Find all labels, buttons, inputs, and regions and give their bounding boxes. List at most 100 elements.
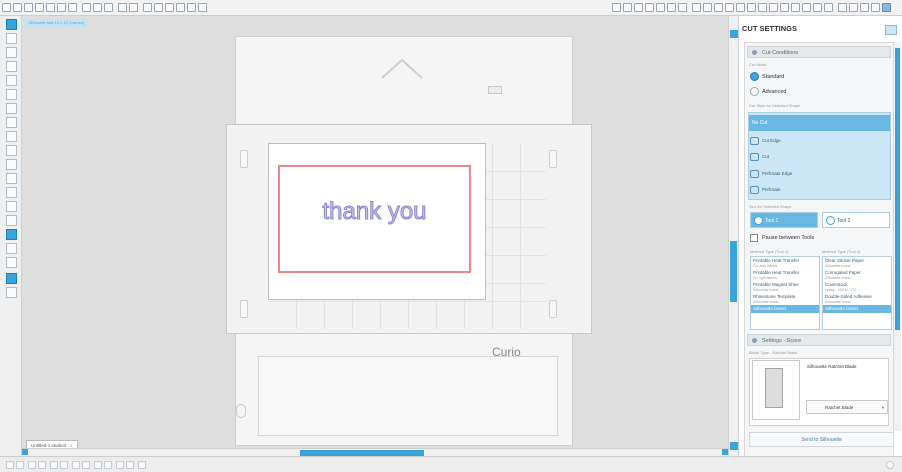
- replicate-icon[interactable]: [714, 3, 723, 12]
- gradient-icon[interactable]: [678, 3, 687, 12]
- vertical-scrollbar[interactable]: [728, 16, 738, 456]
- settings-icon[interactable]: [138, 461, 146, 469]
- pan-icon[interactable]: [143, 3, 152, 12]
- material-item[interactable]: Printable Heat Transfer For dark fabrics: [751, 257, 819, 269]
- sketch-icon[interactable]: [780, 3, 789, 12]
- send-panel-icon[interactable]: [838, 3, 847, 12]
- panel-menu-icon[interactable]: [885, 25, 897, 35]
- tool2-material-list[interactable]: Clear Sticker Paper Silhouette brand Corr…: [822, 256, 892, 330]
- save-icon[interactable]: [35, 3, 44, 12]
- curve-tool-icon[interactable]: [6, 117, 17, 128]
- compound-icon[interactable]: [28, 461, 36, 469]
- material-item[interactable]: Corrugated Paper Silhouette brand: [823, 269, 891, 281]
- trace-icon[interactable]: [747, 3, 756, 12]
- cut-mode-icon[interactable]: [871, 3, 880, 12]
- cut-style-cut[interactable]: Cut: [750, 153, 769, 161]
- cut-settings-icon[interactable]: [645, 3, 654, 12]
- redo-icon[interactable]: [129, 3, 138, 12]
- remove-material-icon[interactable]: -: [800, 320, 810, 330]
- zoom-in-icon[interactable]: [154, 3, 163, 12]
- tool1-material-list[interactable]: Printable Heat Transfer For dark fabrics …: [750, 256, 820, 330]
- fill-color-icon[interactable]: [667, 3, 676, 12]
- panel-scroll-thumb[interactable]: [895, 48, 900, 330]
- edit-points-icon[interactable]: [6, 33, 17, 44]
- print-cut-icon[interactable]: [824, 3, 833, 12]
- zoom-select-icon[interactable]: [176, 3, 185, 12]
- scroll-down-icon[interactable]: [730, 442, 738, 450]
- store-view-icon[interactable]: [6, 287, 17, 298]
- store-tool-icon[interactable]: [6, 243, 17, 254]
- rounded-rect-tool-icon[interactable]: [6, 75, 17, 86]
- material-item[interactable]: Rhinestone Template Silhouette brand: [751, 293, 819, 305]
- align-icon[interactable]: [769, 3, 778, 12]
- pause-checkbox[interactable]: [750, 234, 758, 242]
- modify-icon[interactable]: [725, 3, 734, 12]
- material-item-selected[interactable]: Silhouette brand: [823, 305, 891, 313]
- open-icon[interactable]: [13, 3, 22, 12]
- send-icon[interactable]: [46, 3, 55, 12]
- arc-tool-icon[interactable]: [6, 131, 17, 142]
- add-material-icon[interactable]: +: [860, 320, 872, 330]
- design-view-icon[interactable]: [6, 273, 17, 284]
- offset-quick-icon[interactable]: [82, 461, 90, 469]
- grid-icon[interactable]: [612, 3, 621, 12]
- settings-header[interactable]: Settings - Score: [747, 334, 891, 346]
- emboss-icon[interactable]: [860, 3, 869, 12]
- ungroup-icon[interactable]: [16, 461, 24, 469]
- library-icon[interactable]: [24, 3, 33, 12]
- text-tool-icon[interactable]: [6, 173, 17, 184]
- design-store-icon[interactable]: [802, 3, 811, 12]
- delete-icon[interactable]: [104, 3, 113, 12]
- cut-icon[interactable]: [68, 3, 77, 12]
- freehand-tool-icon[interactable]: [6, 145, 17, 156]
- view-icon[interactable]: [198, 3, 207, 12]
- fit-page-icon[interactable]: [187, 3, 196, 12]
- design-text[interactable]: thank you: [278, 198, 471, 226]
- material-item[interactable]: Double-Sided Adhesive Silhouette brand: [823, 293, 891, 305]
- cut-style-perforate-edge[interactable]: Perforate Edge: [750, 170, 792, 178]
- nesting-icon[interactable]: [791, 3, 800, 12]
- cut-style-perforate[interactable]: Perforate: [750, 186, 781, 194]
- weld-icon[interactable]: [72, 461, 80, 469]
- layers-icon[interactable]: [758, 3, 767, 12]
- document-tab[interactable]: Silhouette Mat 12 x 12 (Cameo): [24, 19, 89, 27]
- cut-settings-panel-icon[interactable]: [882, 3, 891, 12]
- align-quick-icon[interactable]: [116, 461, 124, 469]
- trace-quick-icon[interactable]: [126, 461, 134, 469]
- offset-icon[interactable]: [736, 3, 745, 12]
- text-style-icon[interactable]: [692, 3, 701, 12]
- transform-icon[interactable]: [703, 3, 712, 12]
- bring-front-icon[interactable]: [50, 461, 58, 469]
- cut-style-cut-edge[interactable]: Cut Edge: [750, 137, 781, 145]
- tool1-button[interactable]: Tool 1: [750, 212, 818, 228]
- rectangle-tool-icon[interactable]: [6, 61, 17, 72]
- eraser-tool-icon[interactable]: [6, 187, 17, 198]
- blade-select[interactable]: Ratchet Blade ▾: [806, 400, 888, 414]
- standard-radio[interactable]: [750, 72, 759, 81]
- release-icon[interactable]: [38, 461, 46, 469]
- paste-icon[interactable]: [93, 3, 102, 12]
- undo-icon[interactable]: [118, 3, 127, 12]
- print-icon[interactable]: [57, 3, 66, 12]
- material-item-selected[interactable]: Silhouette brand: [751, 305, 819, 313]
- library-panel-icon[interactable]: [813, 3, 822, 12]
- horizontal-scrollbar[interactable]: [22, 448, 728, 456]
- vertical-scroll-thumb[interactable]: [730, 241, 737, 302]
- tool2-button[interactable]: Tool 2: [822, 212, 890, 228]
- send-to-silhouette-button[interactable]: Send to Silhouette: [749, 432, 894, 447]
- select-tool-icon[interactable]: [6, 19, 17, 30]
- library-tool-icon[interactable]: [6, 229, 17, 240]
- line-tool-icon[interactable]: [6, 47, 17, 58]
- settings-panel-icon[interactable]: [849, 3, 858, 12]
- copy-icon[interactable]: [82, 3, 91, 12]
- material-item[interactable]: Printable Magnet Shee Silhouette brand: [751, 281, 819, 293]
- page-setup-icon[interactable]: [623, 3, 632, 12]
- gear-icon[interactable]: [886, 461, 894, 469]
- knife-tool-icon[interactable]: [6, 201, 17, 212]
- cut-style-no-cut[interactable]: No Cut: [749, 115, 890, 131]
- fill-tool-icon[interactable]: [6, 215, 17, 226]
- remove-material-icon[interactable]: -: [872, 320, 882, 330]
- cut-conditions-header[interactable]: Cut Conditions: [747, 46, 891, 58]
- new-doc-icon[interactable]: [2, 3, 11, 12]
- group-icon[interactable]: [6, 461, 14, 469]
